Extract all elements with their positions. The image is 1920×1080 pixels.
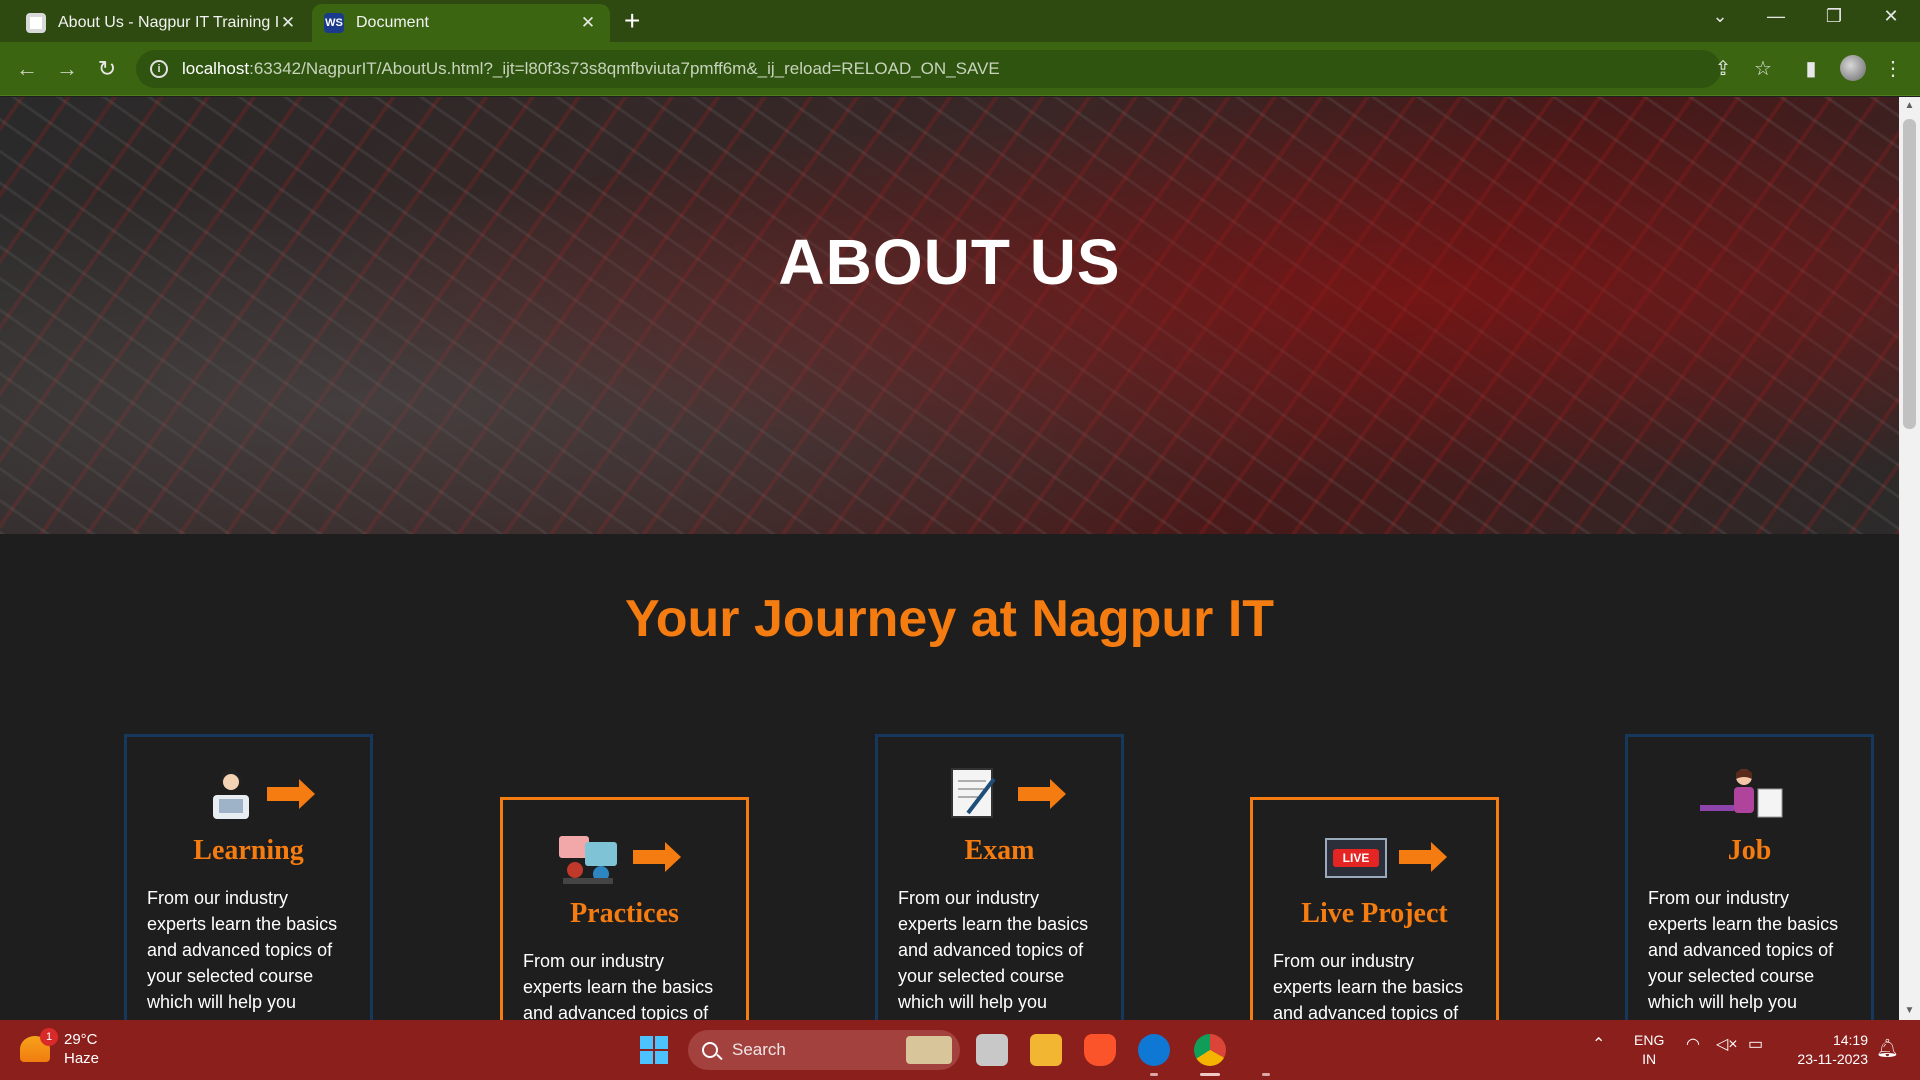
clock-time: 14:19 <box>1832 1032 1868 1048</box>
live-project-illustration: LIVE <box>1273 828 1476 888</box>
weather-haze-icon: 1 <box>20 1028 58 1062</box>
exam-paper-icon <box>951 768 996 818</box>
card-title: Exam <box>964 835 1035 866</box>
show-hidden-icons-chevron-icon[interactable]: ⌃ <box>1592 1034 1605 1054</box>
card-practices: Practices From our industry experts lear… <box>500 797 749 1020</box>
card-live-project: LIVE Live Project From our industry expe… <box>1250 797 1499 1020</box>
notification-badge: 1 <box>40 1028 58 1046</box>
card-exam: Exam From our industry experts learn the… <box>875 734 1124 1020</box>
scroll-up-icon[interactable]: ▲ <box>1899 97 1920 115</box>
menu-kebab-icon[interactable]: ⋮ <box>1880 56 1906 82</box>
exam-illustration <box>898 765 1101 825</box>
close-icon[interactable]: ✕ <box>578 13 598 33</box>
card-title: Live Project <box>1301 898 1448 929</box>
search-placeholder: Search <box>732 1040 786 1059</box>
arrow-right-icon <box>1399 842 1447 872</box>
url-text: localhost:63342/NagpurIT/AboutUs.html?_i… <box>182 59 1000 78</box>
card-text: From our industry experts learn the basi… <box>898 888 1089 1020</box>
tab-document[interactable]: WS Document ✕ <box>312 4 610 42</box>
skype-icon[interactable] <box>1138 1034 1170 1066</box>
page-viewport: ABOUT US Your Journey at Nagpur IT Learn… <box>0 97 1899 1020</box>
tab-title: Document <box>356 14 429 31</box>
restore-button[interactable]: ❐ <box>1818 6 1850 27</box>
page-scrollbar[interactable]: ▲ ▼ <box>1899 97 1920 1020</box>
windows-start-icon[interactable] <box>640 1036 668 1064</box>
task-view-icon[interactable] <box>976 1034 1008 1066</box>
site-info-icon[interactable]: i <box>150 60 168 78</box>
back-arrow-icon[interactable]: ← <box>12 54 42 84</box>
hero-banner: ABOUT US <box>0 97 1899 534</box>
minimize-button[interactable]: — <box>1760 6 1792 27</box>
tab-about-us[interactable]: About Us - Nagpur IT Training Ir ✕ <box>14 4 310 42</box>
card-title: Job <box>1727 835 1772 866</box>
wifi-icon[interactable]: ◠ <box>1686 1034 1700 1054</box>
practices-illustration <box>523 828 726 888</box>
language-code: ENG <box>1634 1032 1665 1048</box>
window-close-button[interactable]: ✕ <box>1875 6 1907 27</box>
browser-toolbar: ← → ↻ i localhost:63342/NagpurIT/AboutUs… <box>0 42 1920 96</box>
share-icon[interactable]: ⇪ <box>1710 56 1736 82</box>
tab-search-chevron-icon[interactable]: ⌄ <box>1704 6 1736 27</box>
site-favicon-icon <box>26 13 46 33</box>
taskbar-search[interactable]: Search <box>688 1030 960 1070</box>
card-learning: Learning From our industry experts learn… <box>124 734 373 1020</box>
student-reading-icon <box>213 769 249 819</box>
job-illustration <box>1648 765 1851 825</box>
browser-tab-strip: About Us - Nagpur IT Training Ir ✕ WS Do… <box>0 0 1920 42</box>
arrow-right-icon <box>633 842 681 872</box>
card-text: From our industry experts learn the basi… <box>1648 888 1839 1020</box>
search-highlight-image <box>906 1036 952 1064</box>
card-title: Practices <box>570 898 679 929</box>
webstorm-favicon-icon: WS <box>324 13 344 33</box>
team-practice-icon <box>559 836 617 884</box>
chrome-icon[interactable] <box>1194 1034 1226 1066</box>
close-icon[interactable]: ✕ <box>278 13 298 33</box>
card-text: From our industry experts learn the basi… <box>523 951 714 1020</box>
card-text: From our industry experts learn the basi… <box>147 888 338 1020</box>
professional-woman-icon <box>1700 769 1783 818</box>
running-indicator <box>1262 1073 1270 1076</box>
new-tab-button[interactable]: + <box>624 5 640 37</box>
brave-browser-icon[interactable] <box>1084 1034 1116 1066</box>
file-explorer-icon[interactable] <box>1030 1034 1062 1066</box>
profile-avatar[interactable] <box>1840 55 1866 81</box>
arrow-right-icon <box>267 779 315 809</box>
clock-date: 23-11-2023 <box>1797 1051 1868 1067</box>
bookmark-star-icon[interactable]: ☆ <box>1750 56 1776 82</box>
arrow-right-icon <box>1018 779 1066 809</box>
input-language[interactable]: ENG IN <box>1634 1031 1664 1069</box>
weather-temperature: 29°C <box>64 1031 98 1048</box>
weather-widget[interactable]: 1 29°C Haze <box>20 1028 100 1068</box>
notification-bell-icon[interactable]: 🔔︎ <box>1876 1038 1899 1059</box>
address-bar[interactable]: i localhost:63342/NagpurIT/AboutUs.html?… <box>136 50 1721 88</box>
scroll-down-icon[interactable]: ▼ <box>1899 1002 1920 1020</box>
card-text: From our industry experts learn the basi… <box>1273 951 1464 1020</box>
scroll-thumb[interactable] <box>1903 119 1916 429</box>
hero-title: ABOUT US <box>778 226 1121 298</box>
reload-icon[interactable]: ↻ <box>92 54 122 84</box>
volume-muted-icon[interactable]: ◁× <box>1716 1034 1738 1054</box>
card-title: Learning <box>193 835 304 866</box>
running-indicator <box>1150 1073 1158 1076</box>
system-clock[interactable]: 14:19 23-11-2023 <box>1784 1031 1868 1069</box>
battery-icon[interactable]: ▭ <box>1748 1034 1763 1054</box>
active-indicator <box>1200 1073 1220 1076</box>
card-job: Job From our industry experts learn the … <box>1625 734 1874 1020</box>
live-screen-icon: LIVE <box>1325 838 1387 878</box>
learning-illustration <box>147 765 350 825</box>
region-code: IN <box>1642 1051 1657 1067</box>
section-title: Your Journey at Nagpur IT <box>624 590 1275 648</box>
weather-condition: Haze <box>64 1050 100 1067</box>
forward-arrow-icon[interactable]: → <box>52 54 82 84</box>
windows-taskbar: 1 29°C Haze Search ⌃ ENG IN ◠ ◁× ▭ 14:19… <box>0 1020 1920 1080</box>
tab-title: About Us - Nagpur IT Training Ir <box>58 14 278 31</box>
side-panel-icon[interactable]: ▮ <box>1798 56 1824 82</box>
search-icon <box>702 1042 718 1058</box>
